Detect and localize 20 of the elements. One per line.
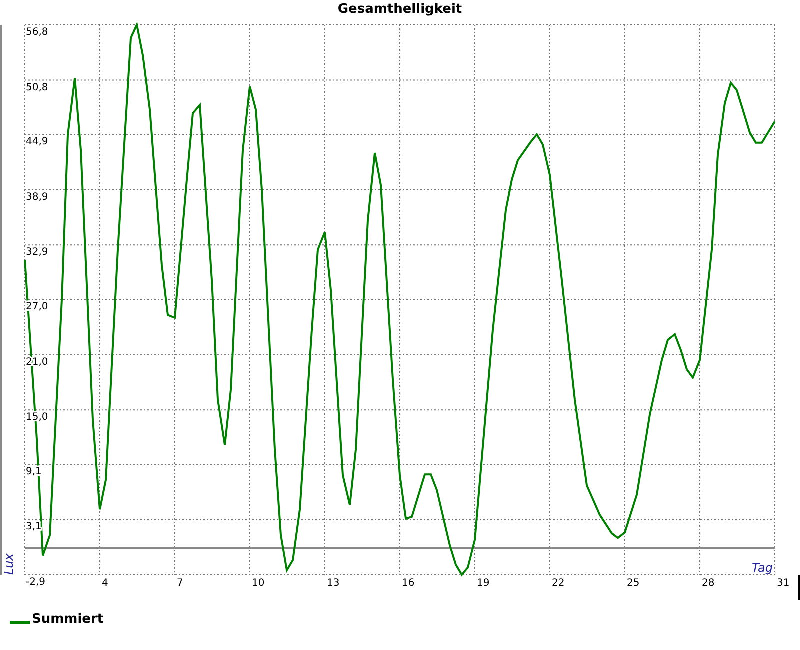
- y-tick-label: 38,9: [26, 192, 48, 203]
- y-tick-label: 32,9: [26, 247, 48, 258]
- chart-title: Gesamthelligkeit: [338, 2, 462, 17]
- x-tick-label: 19: [477, 578, 490, 589]
- x-tick-label: 16: [402, 578, 415, 589]
- y-tick-label: -2,9: [26, 577, 46, 588]
- x-axis-label: Tag: [752, 561, 773, 575]
- x-tick-label: 10: [252, 578, 265, 589]
- x-tick-label: 22: [552, 578, 565, 589]
- x-tick-label: 28: [702, 578, 715, 589]
- y-tick-label: 44,9: [26, 136, 48, 148]
- x-tick-label: 31: [777, 578, 790, 589]
- x-tick-label: 25: [627, 578, 640, 589]
- x-tick-label: 7: [177, 578, 184, 589]
- y-tick-label: 56,8: [26, 27, 48, 38]
- x-tick-label: 4: [102, 578, 108, 589]
- x-tick-label: 13: [327, 578, 340, 589]
- y-axis-label: Lux: [2, 554, 16, 575]
- legend-label: Summiert: [32, 611, 104, 629]
- y-tick-label: 50,8: [26, 82, 48, 94]
